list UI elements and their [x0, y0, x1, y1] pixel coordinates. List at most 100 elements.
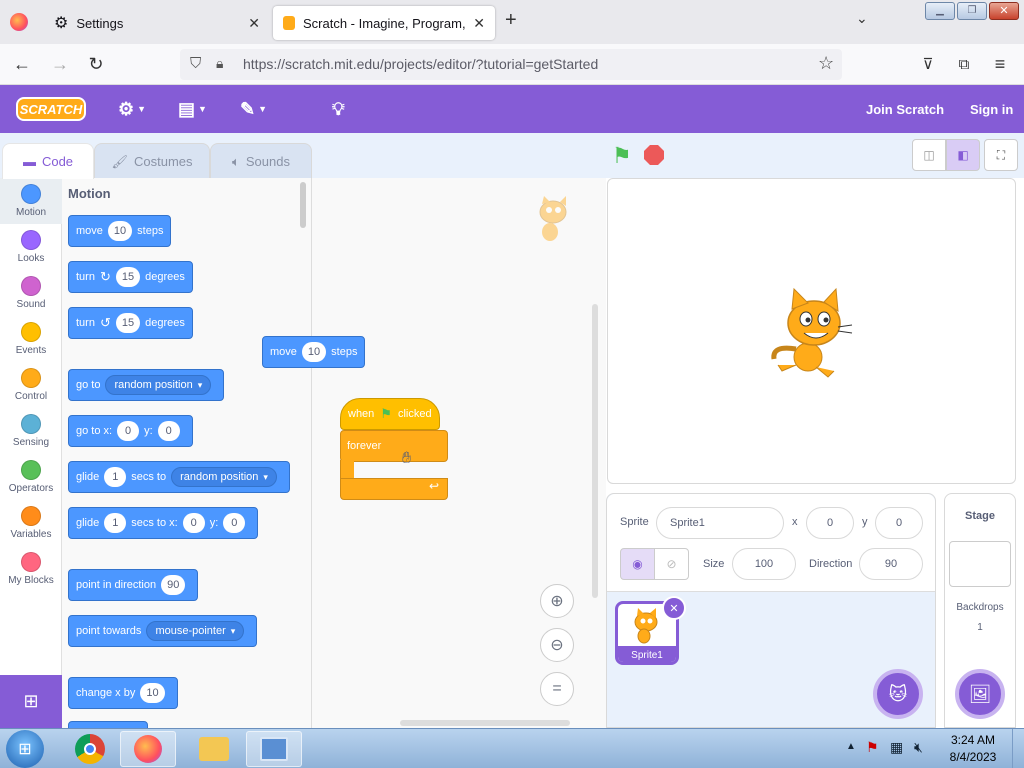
file-menu-button[interactable]: ▤ ▼ [178, 85, 207, 133]
x-input[interactable]: 0 [806, 507, 854, 539]
block-number-input[interactable]: 1 [104, 467, 127, 487]
sprite-name-input[interactable]: Sprite1 [656, 507, 784, 539]
zoom-in-button[interactable]: ⊕ [540, 584, 574, 618]
script-forever-block[interactable]: forever ↩ [340, 430, 448, 500]
close-tab-icon[interactable]: ✕ [473, 15, 485, 32]
script-move-block[interactable]: move 10 steps [262, 336, 366, 368]
sign-in-link[interactable]: Sign in [970, 85, 1013, 133]
bookmark-star-icon[interactable]: ☆ [818, 53, 834, 74]
direction-input[interactable]: 90 [859, 548, 923, 580]
extensions-icon[interactable]: ⧉ [950, 50, 978, 78]
show-sprite-button[interactable]: ◉ [620, 548, 655, 580]
stage-canvas[interactable] [607, 178, 1016, 484]
block-y-input[interactable]: 0 [223, 513, 246, 533]
block-go-to-xy[interactable]: go to x: 0 y: 0 [68, 415, 193, 447]
control-panel-taskbar-icon[interactable] [246, 731, 302, 767]
block-point-in-direction[interactable]: point in direction 90 [68, 569, 199, 601]
tab-costumes[interactable]: 🖌︎ Costumes [94, 143, 210, 179]
block-number-input[interactable]: 15 [115, 267, 141, 287]
category-variables[interactable]: Variables [0, 500, 62, 546]
firefox-menu-icon[interactable] [10, 13, 28, 31]
scratch-logo[interactable]: SCRATCH [16, 97, 86, 121]
tab-code[interactable]: ▬ Code [2, 143, 94, 179]
firefox-taskbar-icon[interactable] [120, 731, 176, 767]
category-sound[interactable]: Sound [0, 270, 62, 316]
y-input[interactable]: 0 [875, 507, 923, 539]
block-partial[interactable] [68, 721, 148, 728]
category-my-blocks[interactable]: My Blocks [0, 546, 62, 592]
block-x-input[interactable]: 0 [182, 513, 205, 533]
block-number-input[interactable]: 90 [161, 575, 186, 595]
block-x-input[interactable]: 0 [117, 421, 140, 441]
forward-icon[interactable]: → [46, 50, 74, 78]
category-motion[interactable]: Motion [0, 178, 62, 224]
block-y-input[interactable]: 0 [157, 421, 180, 441]
palette-scrollbar[interactable] [300, 182, 306, 228]
join-scratch-link[interactable]: Join Scratch [866, 85, 944, 133]
tab-settings[interactable]: ⚙ Settings ✕ [44, 6, 270, 40]
hamburger-menu-icon[interactable]: ≡ [986, 50, 1014, 78]
stage-selector[interactable]: Stage Backdrops 1 🖼︎ [944, 493, 1016, 728]
block-turn-left[interactable]: turn ↺ 15 degrees [68, 307, 193, 339]
volume-muted-icon[interactable]: 🔇︎ [914, 739, 923, 756]
block-number-input[interactable]: 10 [301, 342, 327, 362]
settings-menu-button[interactable]: ⚙ ▼ [118, 85, 146, 133]
choose-sprite-button[interactable]: 🐱︎ [873, 669, 923, 719]
tray-show-hidden-icon[interactable]: ▲ [846, 741, 856, 752]
script-when-flag-clicked-block[interactable]: when ⚑ clicked [340, 398, 440, 430]
category-operators[interactable]: Operators [0, 454, 62, 500]
block-number-input[interactable]: 10 [140, 683, 165, 703]
start-button[interactable]: ⊞ [6, 730, 44, 768]
size-input[interactable]: 100 [732, 548, 796, 580]
vertical-scrollbar[interactable] [592, 304, 598, 598]
cat-sprite[interactable] [768, 287, 854, 379]
category-sensing[interactable]: Sensing [0, 408, 62, 454]
network-icon[interactable]: ▦ [890, 739, 903, 756]
new-tab-button[interactable]: + [505, 9, 517, 32]
show-desktop-button[interactable] [1012, 729, 1024, 768]
url-bar[interactable]: ⛉ 🔒︎ https://scratch.mit.edu/projects/ed… [180, 49, 842, 80]
block-glide-to[interactable]: glide 1 secs to random position [68, 461, 290, 493]
minimize-button[interactable]: ▁ [925, 2, 955, 20]
clock-time[interactable]: 3:24 AM [944, 733, 1002, 747]
stop-button[interactable] [644, 145, 664, 165]
horizontal-scrollbar[interactable] [400, 720, 570, 726]
category-events[interactable]: Events [0, 316, 62, 362]
block-dropdown[interactable]: random position [171, 467, 277, 487]
clock-date[interactable]: 8/4/2023 [944, 750, 1002, 764]
action-center-flag-icon[interactable]: ⚑ [866, 739, 879, 756]
block-change-x[interactable]: change x by 10 [68, 677, 178, 709]
hide-sprite-button[interactable]: ⊘ [654, 548, 689, 580]
edit-menu-button[interactable]: ✎ ▼ [240, 85, 267, 133]
tutorials-lightbulb-icon[interactable]: 💡︎ [332, 85, 345, 133]
explorer-taskbar-icon[interactable] [186, 731, 242, 767]
block-dropdown[interactable]: mouse-pointer [146, 621, 245, 641]
delete-sprite-button[interactable]: ✕ [662, 596, 686, 620]
back-icon[interactable]: ← [8, 50, 36, 78]
zoom-reset-button[interactable]: = [540, 672, 574, 706]
lock-icon[interactable]: 🔒︎ [216, 55, 223, 72]
script-area[interactable]: move 10 steps when ⚑ clicked forever ↩ ✋︎ ⊕ … [262, 178, 606, 728]
tab-scratch[interactable]: Scratch - Imagine, Program, Sh ✕ [273, 6, 495, 40]
shield-icon[interactable]: ⛉ [190, 55, 201, 72]
stage-thumbnail[interactable] [949, 541, 1011, 587]
small-stage-button[interactable]: ◫ [912, 139, 946, 171]
block-dropdown[interactable]: random position [105, 375, 212, 395]
block-turn-right[interactable]: turn ↻ 15 degrees [68, 261, 193, 293]
tab-sounds[interactable]: 🔈︎ Sounds [210, 143, 312, 179]
list-tabs-chevron-icon[interactable]: ⌄ [856, 10, 868, 27]
block-number-input[interactable]: 1 [104, 513, 127, 533]
block-point-towards[interactable]: point towards mouse-pointer [68, 615, 258, 647]
green-flag-button[interactable]: ⚑ [612, 143, 632, 169]
chrome-taskbar-icon[interactable] [62, 731, 118, 767]
pocket-icon[interactable]: ⊽ [914, 50, 942, 78]
block-glide-to-xy[interactable]: glide 1 secs to x: 0 y: 0 [68, 507, 259, 539]
add-extension-button[interactable]: ⊞ [0, 675, 62, 728]
block-number-input[interactable]: 10 [107, 221, 133, 241]
category-looks[interactable]: Looks [0, 224, 62, 270]
url-text[interactable]: https://scratch.mit.edu/projects/editor/… [243, 56, 598, 72]
fullscreen-button[interactable]: ⛶ [984, 139, 1018, 171]
close-window-button[interactable]: ✕ [989, 2, 1019, 20]
choose-backdrop-button[interactable]: 🖼︎ [955, 669, 1005, 719]
block-go-to[interactable]: go to random position [68, 369, 225, 401]
